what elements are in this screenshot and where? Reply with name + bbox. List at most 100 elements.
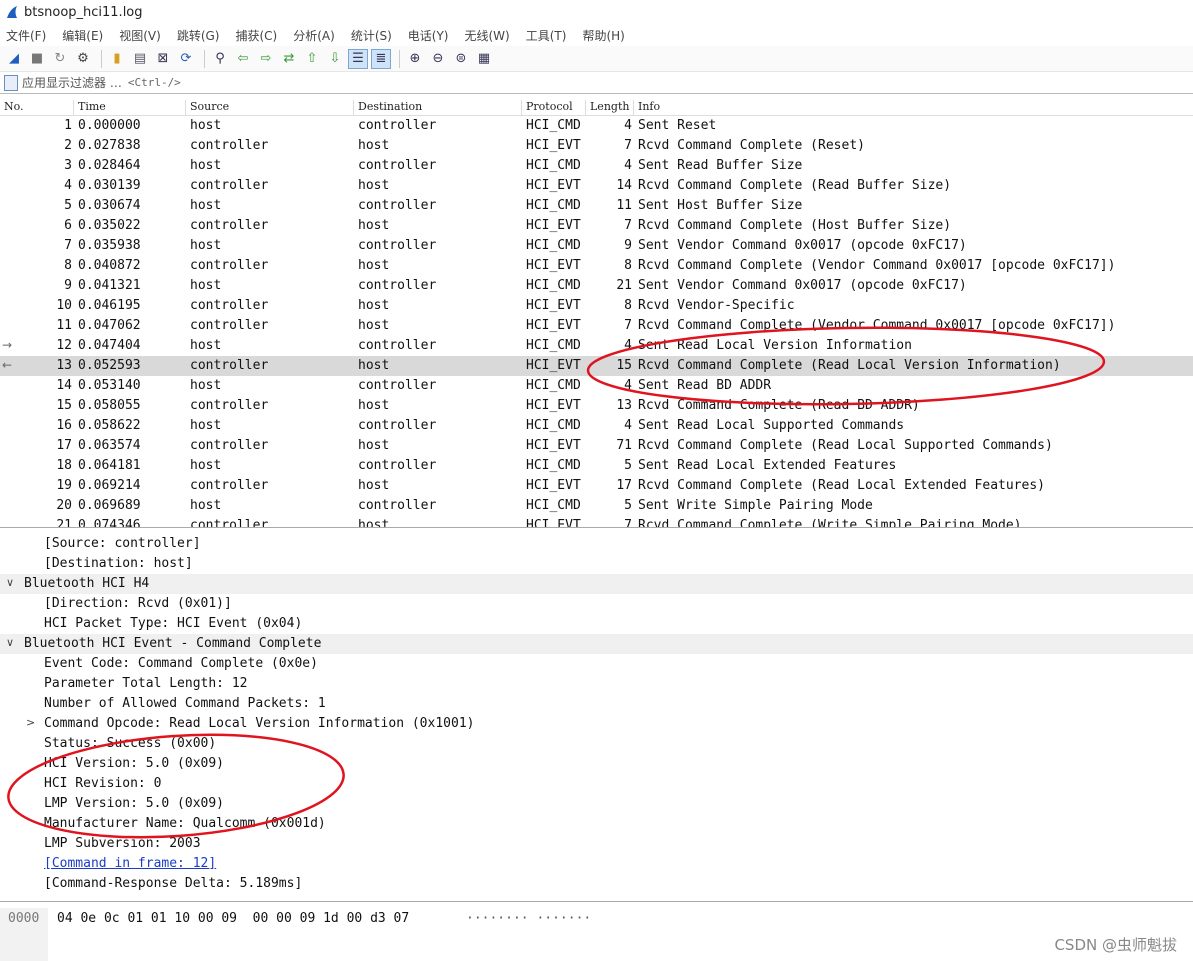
menu-item[interactable]: 视图(V)	[119, 27, 161, 44]
packet-row[interactable]: 1 0.000000 host controller HCI_CMD 4 Sent Rese…	[0, 116, 1193, 136]
shark-fin-icon[interactable]: ◢	[4, 49, 24, 69]
menu-item[interactable]: 文件(F)	[6, 27, 46, 44]
packet-details[interactable]: [Source: controller] [Destination: host] ∨…	[0, 534, 1193, 902]
packet-number: 4	[64, 178, 72, 193]
packet-row[interactable]: 17 0.063574 controller host HCI_EVT 71 Rcvd Co…	[0, 436, 1193, 456]
column-header-time[interactable]: Time	[74, 100, 186, 116]
find-icon[interactable]: ⚲	[210, 49, 230, 69]
packet-row[interactable]: 3 0.028464 host controller HCI_CMD 4 Sent Read…	[0, 156, 1193, 176]
packet-row[interactable]: 21 0.074346 controller host HCI_EVT 7 Rcvd Com…	[0, 516, 1193, 528]
packet-number: 20	[56, 498, 72, 513]
zoom-out-icon[interactable]: ⊖	[428, 49, 448, 69]
packet-row[interactable]: 19 0.069214 controller host HCI_EVT 17 Rcvd Co…	[0, 476, 1193, 496]
column-header-destination[interactable]: Destination	[354, 100, 522, 116]
column-header-no[interactable]: No.	[0, 100, 74, 116]
detail-field[interactable]: HCI Revision: 0	[0, 774, 1193, 794]
packet-bytes[interactable]: 0000 04 0e 0c 01 01 10 00 09 00 00 09 1d…	[0, 908, 1193, 961]
autoscroll-icon[interactable]: ☰	[348, 48, 368, 69]
save-file-icon[interactable]: ▤	[130, 49, 150, 69]
packet-row[interactable]: 5 0.030674 host controller HCI_CMD 11 Sent Hos…	[0, 196, 1193, 216]
packet-row[interactable]: → 12 0.047404 host controller HCI_CMD 4 Sent Re…	[0, 336, 1193, 356]
packet-row[interactable]: 14 0.053140 host controller HCI_CMD 4 Sent Rea…	[0, 376, 1193, 396]
detail-field[interactable]: Manufacturer Name: Qualcomm (0x001d)	[0, 814, 1193, 834]
detail-field[interactable]: Parameter Total Length: 12	[0, 674, 1193, 694]
packet-row[interactable]: 18 0.064181 host controller HCI_CMD 5 Sent Rea…	[0, 456, 1193, 476]
bookmark-icon[interactable]	[4, 74, 18, 91]
filter-placeholder[interactable]: 应用显示过滤器 …	[22, 74, 122, 91]
detail-field[interactable]: > Command Opcode: Read Local Version Info…	[0, 714, 1193, 734]
detail-field[interactable]: [Command in frame: 12]	[0, 854, 1193, 874]
options-gear-icon[interactable]: ⚙	[73, 49, 93, 69]
packet-length: 4	[624, 378, 632, 393]
detail-section-header[interactable]: ∨ Bluetooth HCI H4	[0, 574, 1193, 594]
packet-row[interactable]: 4 0.030139 controller host HCI_EVT 14 Rcvd Com…	[0, 176, 1193, 196]
packet-row[interactable]: 6 0.035022 controller host HCI_EVT 7 Rcvd Comm…	[0, 216, 1193, 236]
collapse-chevron-icon[interactable]: ∨	[6, 576, 14, 589]
column-header-length[interactable]: Length	[586, 100, 634, 116]
detail-field[interactable]: HCI Packet Type: HCI Event (0x04)	[0, 614, 1193, 634]
menu-item[interactable]: 帮助(H)	[582, 27, 624, 44]
packet-row[interactable]: 8 0.040872 controller host HCI_EVT 8 Rcvd Comm…	[0, 256, 1193, 276]
menu-item[interactable]: 无线(W)	[465, 27, 510, 44]
detail-field[interactable]: Number of Allowed Command Packets: 1	[0, 694, 1193, 714]
packet-destination: controller	[358, 418, 437, 433]
packet-protocol: HCI_EVT	[526, 518, 581, 528]
zoom-normal-icon[interactable]: ⊜	[451, 49, 471, 69]
detail-field[interactable]: Event Code: Command Complete (0x0e)	[0, 654, 1193, 674]
go-to-packet-icon[interactable]: ⇄	[279, 49, 299, 69]
menu-item[interactable]: 分析(A)	[293, 27, 335, 44]
detail-field[interactable]: LMP Subversion: 2003	[0, 834, 1193, 854]
packet-row[interactable]: 2 0.027838 controller host HCI_EVT 7 Rcvd Comm…	[0, 136, 1193, 156]
open-file-icon[interactable]: ▮	[107, 49, 127, 69]
packet-list[interactable]: No. Time Source Destination Protocol Len…	[0, 96, 1193, 528]
menu-item[interactable]: 编辑(E)	[62, 27, 103, 44]
detail-field[interactable]: LMP Version: 5.0 (0x09)	[0, 794, 1193, 814]
packet-row[interactable]: 15 0.058055 controller host HCI_EVT 13 Rcvd Co…	[0, 396, 1193, 416]
packet-time: 0.069689	[78, 498, 141, 513]
detail-field[interactable]: Status: Success (0x00)	[0, 734, 1193, 754]
collapse-chevron-icon[interactable]: ∨	[6, 636, 14, 649]
hex-bytes[interactable]: 04 0e 0c 01 01 10 00 09 00 00 09 1d 00 d…	[57, 911, 409, 926]
resize-columns-icon[interactable]: ▦	[474, 49, 494, 69]
column-header-info[interactable]: Info	[634, 100, 1193, 116]
menu-item[interactable]: 统计(S)	[351, 27, 392, 44]
stop-icon[interactable]: ■	[27, 49, 47, 69]
detail-field[interactable]: [Source: controller]	[0, 534, 1193, 554]
detail-field[interactable]: HCI Version: 5.0 (0x09)	[0, 754, 1193, 774]
first-packet-icon[interactable]: ⇧	[302, 49, 322, 69]
detail-text: Parameter Total Length: 12	[44, 676, 248, 691]
packet-row[interactable]: 11 0.047062 controller host HCI_EVT 7 Rcvd Com…	[0, 316, 1193, 336]
packet-rows: 1 0.000000 host controller HCI_CMD 4 Sent Rese…	[0, 116, 1193, 528]
packet-info: Rcvd Command Complete (Write Simple Pair…	[638, 518, 1022, 528]
close-file-icon[interactable]: ⊠	[153, 49, 173, 69]
go-forward-icon[interactable]: ⇨	[256, 49, 276, 69]
display-filter-bar[interactable]: 应用显示过滤器 … <Ctrl-/>	[0, 72, 1193, 94]
last-packet-icon[interactable]: ⇩	[325, 49, 345, 69]
menu-item[interactable]: 跳转(G)	[177, 27, 220, 44]
detail-field[interactable]: [Destination: host]	[0, 554, 1193, 574]
detail-field[interactable]: [Direction: Rcvd (0x01)]	[0, 594, 1193, 614]
packet-row[interactable]: ← 13 0.052593 controller host HCI_EVT 15 Rcvd C…	[0, 356, 1193, 376]
column-header-source[interactable]: Source	[186, 100, 354, 116]
detail-section-header[interactable]: ∨ Bluetooth HCI Event - Command Complete	[0, 634, 1193, 654]
packet-row[interactable]: 7 0.035938 host controller HCI_CMD 9 Sent Vend…	[0, 236, 1193, 256]
detail-field[interactable]: [Command-Response Delta: 5.189ms]	[0, 874, 1193, 894]
reload-icon[interactable]: ⟳	[176, 49, 196, 69]
packet-source: host	[190, 238, 222, 253]
menu-item[interactable]: 工具(T)	[526, 27, 567, 44]
zoom-in-icon[interactable]: ⊕	[405, 49, 425, 69]
menu-item[interactable]: 电话(Y)	[408, 27, 449, 44]
frame-link[interactable]: [Command in frame: 12]	[44, 856, 216, 871]
ascii-bytes[interactable]: ········ ·······	[466, 911, 591, 926]
packet-row[interactable]: 9 0.041321 host controller HCI_CMD 21 Sent Ven…	[0, 276, 1193, 296]
colorize-icon[interactable]: ≣	[371, 48, 391, 69]
expand-chevron-icon[interactable]: >	[26, 716, 35, 729]
packet-row[interactable]: 16 0.058622 host controller HCI_CMD 4 Sent Rea…	[0, 416, 1193, 436]
restart-icon[interactable]: ↻	[50, 49, 70, 69]
column-header-protocol[interactable]: Protocol	[522, 100, 586, 116]
packet-length: 4	[624, 158, 632, 173]
go-back-icon[interactable]: ⇦	[233, 49, 253, 69]
menu-item[interactable]: 捕获(C)	[235, 27, 277, 44]
packet-row[interactable]: 20 0.069689 host controller HCI_CMD 5 Sent Wri…	[0, 496, 1193, 516]
packet-row[interactable]: 10 0.046195 controller host HCI_EVT 8 Rcvd Ven…	[0, 296, 1193, 316]
